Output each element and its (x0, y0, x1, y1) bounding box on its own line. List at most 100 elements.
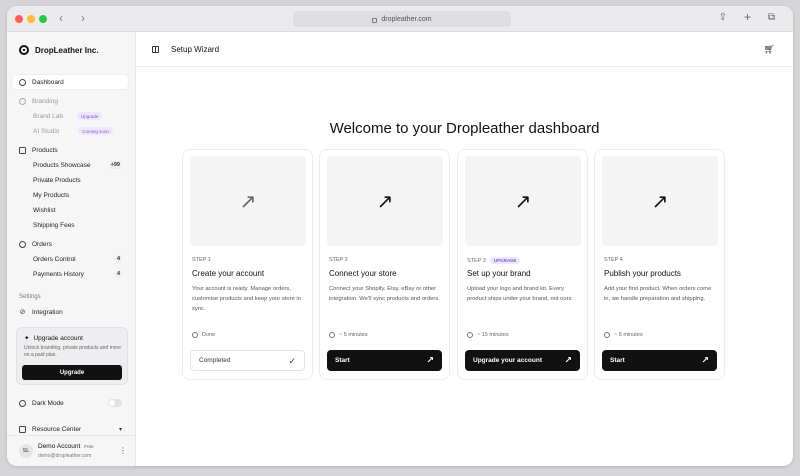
step-label: STEP 1 (192, 257, 211, 263)
clock-icon (604, 332, 610, 338)
sidebar-item-brand-lab[interactable]: Brand Lab Upgrade (12, 109, 128, 123)
sidebar-item-label: Wishlist (33, 206, 56, 214)
button-label: Start (610, 357, 625, 364)
step-card-3: ↗ STEP 3 UPGRADE Set up your brand Uploa… (457, 149, 588, 380)
brand[interactable]: DropLeather Inc. (19, 45, 99, 55)
maximize-window-button[interactable] (39, 15, 47, 23)
coming-soon-badge: Coming soon (78, 127, 113, 135)
meta-text: ~ 15 minutes (477, 332, 509, 338)
upgrade-badge: UPGRADE (489, 257, 521, 264)
clock-icon (329, 332, 335, 338)
share-icon[interactable]: ⇪ (719, 12, 727, 24)
step-number: STEP 1 (192, 257, 211, 263)
sidebar-item-dashboard[interactable]: Dashboard (12, 75, 128, 89)
step-label: STEP 4 (604, 257, 623, 263)
toggle-sidebar-icon[interactable] (152, 46, 159, 53)
sidebar-item-branding[interactable]: Branding (12, 94, 128, 108)
sidebar: DropLeather Inc. Dashboard Branding Bran… (7, 32, 136, 466)
sidebar-item-label: Resource Center (32, 425, 82, 433)
sidebar-item-my-products[interactable]: My Products (12, 188, 128, 202)
top-bar: Setup Wizard 🛒︎ (136, 32, 793, 67)
sidebar-item-products-showcase[interactable]: Products Showcase +99 (12, 158, 128, 172)
upgrade-account-button[interactable]: Upgrade your account ↗ (465, 350, 580, 371)
sidebar-item-ai-studio[interactable]: AI Studio Coming soon (12, 124, 128, 138)
clock-icon (467, 332, 473, 338)
new-tab-icon[interactable]: + (744, 11, 751, 23)
card-meta: ~ 5 minutes (604, 332, 643, 338)
settings-section-label: Settings (19, 294, 41, 300)
box-icon (19, 146, 26, 154)
sidebar-item-label: Orders Control (33, 255, 76, 263)
back-icon[interactable]: ‹ (59, 12, 63, 24)
count-badge: +99 (108, 161, 122, 169)
chevron-down-icon: ▾ (118, 426, 122, 433)
sidebar-item-orders-control[interactable]: Orders Control 4 (12, 252, 128, 266)
upgrade-card-title: ✦ Upgrade account (24, 334, 83, 343)
sidebar-item-label: Dashboard (32, 78, 64, 86)
card-meta: Done (192, 332, 215, 338)
sidebar-item-products[interactable]: Products (12, 143, 128, 157)
plan-badge: Free (84, 444, 94, 449)
count-badge: 4 (114, 255, 122, 263)
sidebar-item-label: Integration (32, 308, 63, 316)
sidebar-item-label: AI Studio (33, 127, 60, 135)
book-icon (19, 425, 26, 433)
upgrade-title-text: Upgrade account (33, 334, 83, 342)
card-thumbnail: ↗ (327, 156, 443, 246)
start-button[interactable]: Start ↗ (327, 350, 442, 371)
sidebar-item-dark-mode: Dark Mode (12, 396, 128, 410)
sidebar-item-wishlist[interactable]: Wishlist (12, 203, 128, 217)
card-meta: ~ 15 minutes (467, 332, 509, 338)
moon-icon (19, 399, 26, 407)
completed-button[interactable]: Completed ✓ (190, 350, 305, 371)
step-number: STEP 4 (604, 257, 623, 263)
sidebar-item-payments-history[interactable]: Payments History 4 (12, 267, 128, 281)
upgrade-button[interactable]: Upgrade (22, 365, 122, 380)
button-label: Start (335, 357, 350, 364)
sidebar-item-label: Products Showcase (33, 161, 91, 169)
check-icon: ✓ (288, 356, 296, 366)
clock-icon (192, 332, 198, 338)
step-number: STEP 2 (329, 257, 348, 263)
meta-text: ~ 5 minutes (614, 332, 643, 338)
brand-name: DropLeather Inc. (35, 45, 99, 55)
account-name: Demo Account (38, 443, 81, 450)
sidebar-item-resource-center[interactable]: Resource Center ▾ (12, 422, 128, 436)
close-window-button[interactable] (15, 15, 23, 23)
cart-icon[interactable]: 🛒︎ (764, 44, 775, 55)
step-label: STEP 3 UPGRADE (467, 257, 521, 264)
dark-mode-toggle[interactable] (108, 399, 122, 407)
account-panel[interactable]: SL Demo Account Free demo@dropleather.com… (7, 435, 135, 466)
sidebar-item-label: Products (32, 146, 58, 154)
card-title: Create your account (192, 269, 265, 278)
arrow-up-right-icon: ↗ (376, 190, 394, 213)
forward-icon[interactable]: › (81, 12, 85, 24)
arrow-up-right-icon: ↗ (564, 355, 572, 365)
button-label: Completed (199, 357, 231, 364)
sidebar-item-label: My Products (33, 191, 70, 199)
more-vertical-icon[interactable]: ⋮ (119, 446, 127, 455)
card-description: Add your first product. When orders come… (604, 286, 712, 302)
upgrade-badge: Upgrade (77, 112, 103, 120)
avatar: SL (19, 444, 33, 458)
card-description: Connect your Shopify, Etsy, eBay or othe… (329, 286, 440, 302)
sidebar-item-orders[interactable]: Orders (12, 237, 128, 251)
meta-text: Done (202, 332, 216, 338)
card-thumbnail: ↗ (190, 156, 306, 246)
step-card-4: ↗ STEP 4 Publish your products Add your … (594, 149, 725, 380)
minimize-window-button[interactable] (27, 15, 35, 23)
sidebar-item-private-products[interactable]: Private Products (12, 173, 128, 187)
upgrade-card: ✦ Upgrade account Unlock branding, priva… (16, 327, 128, 385)
tabs-overview-icon[interactable]: ⧉ (768, 12, 775, 24)
sidebar-item-label: Orders (32, 240, 52, 248)
step-card-2: ↗ STEP 2 Connect your store Connect your… (319, 149, 450, 380)
start-button[interactable]: Start ↗ (602, 350, 717, 371)
palette-icon (19, 97, 26, 105)
step-card-1: ↗ STEP 1 Create your account Your accoun… (182, 149, 313, 380)
step-label: STEP 2 (329, 257, 348, 263)
step-number: STEP 3 (467, 257, 486, 264)
sidebar-item-integration[interactable]: ⊘ Integration (12, 305, 128, 319)
address-bar[interactable]: dropleather.com (293, 11, 511, 27)
sidebar-item-label: Branding (32, 97, 59, 105)
sidebar-item-shipping-fees[interactable]: Shipping Fees (12, 218, 128, 232)
